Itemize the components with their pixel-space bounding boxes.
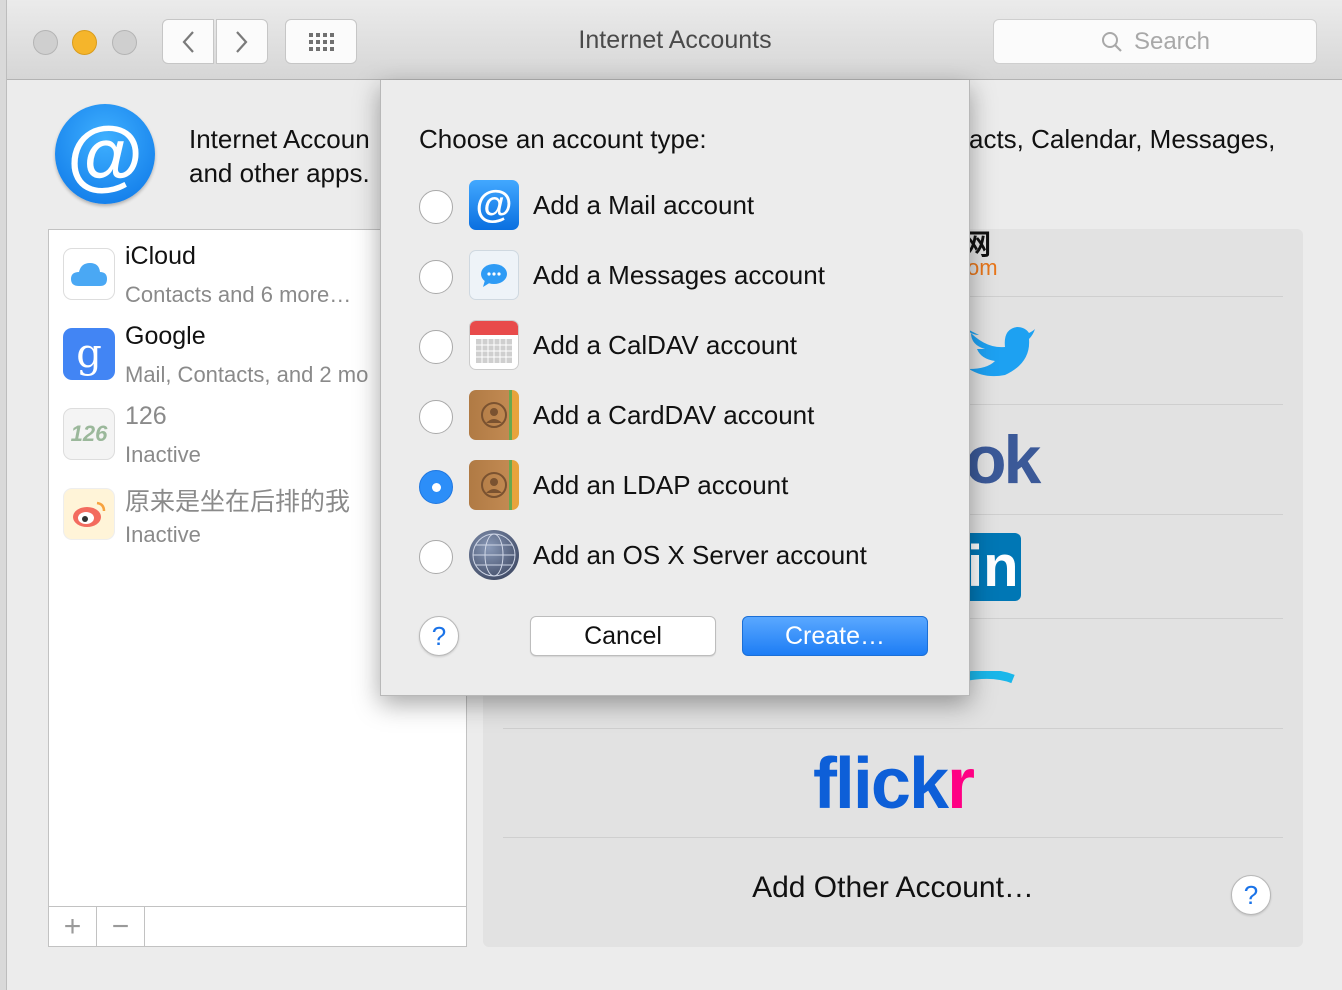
radio-caldav[interactable] — [419, 330, 453, 364]
add-other-account-button[interactable]: Add Other Account… — [483, 871, 1303, 905]
account-name: iCloud — [125, 242, 196, 270]
calendar-icon — [469, 320, 519, 370]
contacts-icon — [469, 460, 519, 510]
126-icon: 126 — [63, 408, 115, 460]
account-name: 原来是坐在后排的我 — [125, 488, 351, 516]
icloud-icon — [63, 248, 115, 300]
help-button[interactable]: ? — [1231, 875, 1271, 915]
account-detail: Mail, Contacts, and 2 mo — [125, 362, 369, 387]
option-ldap[interactable]: Add an LDAP account — [419, 458, 939, 518]
flickr-logo[interactable]: flickr — [483, 743, 1303, 825]
remove-account-button[interactable]: − — [97, 907, 145, 946]
linkedin-logo: in — [965, 533, 1021, 601]
account-type-sheet: Choose an account type: @ Add a Mail acc… — [380, 80, 970, 696]
globe-icon — [469, 530, 519, 580]
option-label: Add a Messages account — [533, 260, 825, 290]
search-icon — [1101, 31, 1122, 52]
sheet-title: Choose an account type: — [419, 124, 707, 154]
option-osx-server[interactable]: Add an OS X Server account — [419, 528, 939, 588]
sheet-help-button[interactable]: ? — [419, 616, 459, 656]
search-field[interactable]: Search — [993, 19, 1317, 64]
option-label: Add a CardDAV account — [533, 400, 815, 430]
create-button[interactable]: Create… — [742, 616, 928, 656]
option-label: Add a Mail account — [533, 190, 755, 220]
radio-mail[interactable] — [419, 190, 453, 224]
account-detail: Inactive — [125, 522, 201, 547]
account-detail: Inactive — [125, 442, 201, 467]
option-mail[interactable]: @ Add a Mail account — [419, 178, 939, 238]
list-toolbar: + − — [49, 906, 466, 946]
account-detail: Contacts and 6 more… — [125, 282, 352, 307]
account-name: Google — [125, 322, 206, 350]
twitter-bird-icon — [967, 327, 1035, 377]
divider — [503, 837, 1283, 838]
option-messages[interactable]: Add a Messages account — [419, 248, 939, 308]
facebook-partial-logo: ok — [965, 422, 1041, 498]
preferences-window: Internet Accounts Search @ Internet Acco… — [6, 0, 1342, 990]
google-icon: g — [63, 328, 115, 380]
linkedin-partial-text: in — [967, 534, 1019, 599]
option-label: Add a CalDAV account — [533, 330, 797, 360]
title-bar: Internet Accounts Search — [7, 0, 1342, 80]
option-label: Add an LDAP account — [533, 470, 789, 500]
radio-carddav[interactable] — [419, 400, 453, 434]
add-account-button[interactable]: + — [49, 907, 97, 946]
mail-at-icon: @ — [469, 180, 519, 230]
contacts-icon — [469, 390, 519, 440]
radio-osx-server[interactable] — [419, 540, 453, 574]
provider-partial-domain: om — [967, 255, 998, 280]
radio-messages[interactable] — [419, 260, 453, 294]
messages-icon — [469, 250, 519, 300]
option-carddav[interactable]: Add a CardDAV account — [419, 388, 939, 448]
search-placeholder: Search — [1133, 27, 1211, 55]
flickr-logo-blue: flick — [812, 744, 949, 824]
option-caldav[interactable]: Add a CalDAV account — [419, 318, 939, 378]
radio-ldap-selected[interactable] — [419, 470, 453, 504]
header-line-right: acts, Calendar, Messages, — [969, 124, 1276, 154]
cancel-button[interactable]: Cancel — [530, 616, 716, 656]
flickr-logo-pink: r — [947, 744, 975, 824]
internet-accounts-icon: @ — [55, 104, 155, 204]
option-label: Add an OS X Server account — [533, 540, 867, 570]
weibo-icon — [63, 488, 115, 540]
account-name: 126 — [125, 402, 167, 430]
